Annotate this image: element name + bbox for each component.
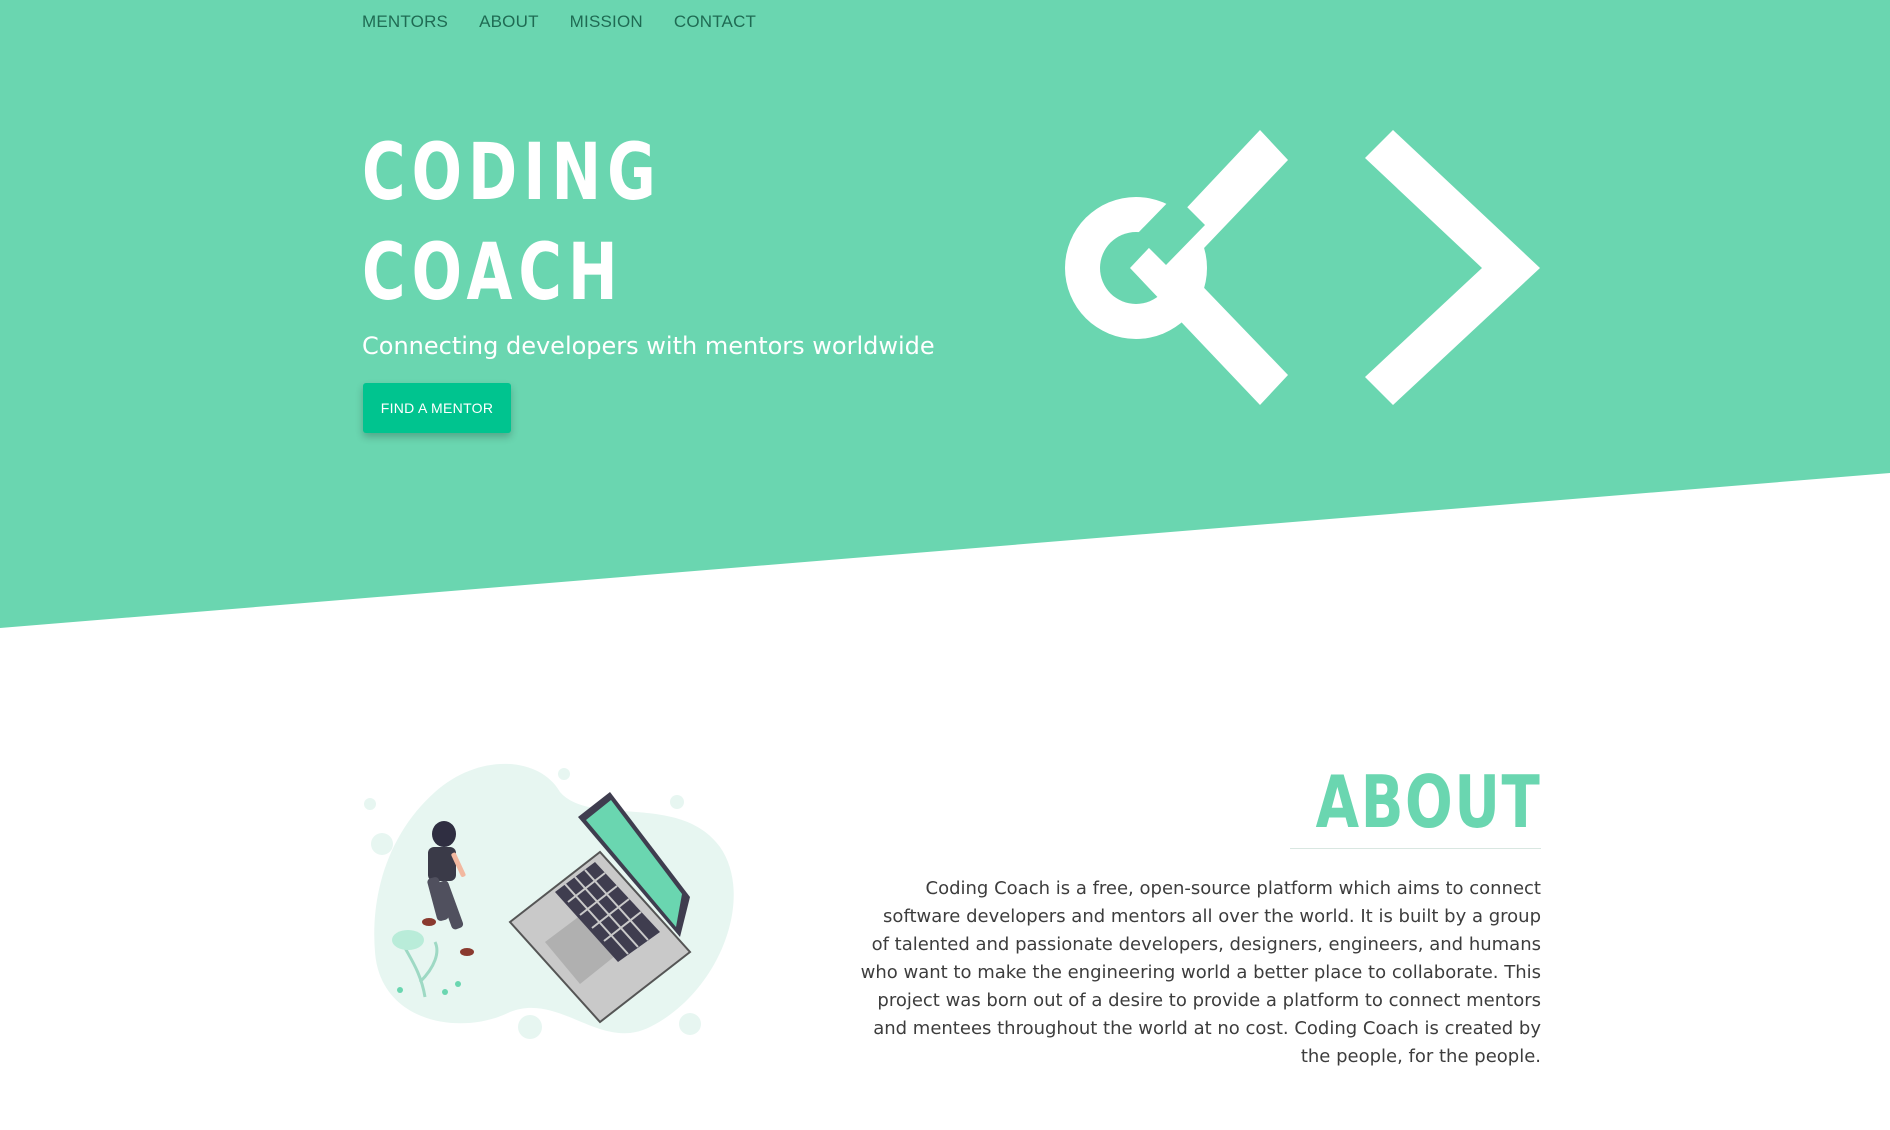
page: MENTORS ABOUT MISSION CONTACT CODING COA… <box>0 0 1890 1130</box>
hero-background <box>0 0 1890 628</box>
hero-title: CODING COACH <box>362 123 662 323</box>
about-paragraph: Coding Coach is a free, open-source plat… <box>860 878 1541 1067</box>
nav-mission-link[interactable]: MISSION <box>570 12 643 32</box>
find-a-mentor-button[interactable]: FIND A MENTOR <box>363 383 511 433</box>
hero-subtitle: Connecting developers with mentors world… <box>362 332 935 360</box>
about-divider <box>1290 848 1541 849</box>
top-nav: MENTORS ABOUT MISSION CONTACT <box>362 10 756 34</box>
hero-title-line-2: COACH <box>362 228 624 318</box>
about-title: ABOUT <box>1315 760 1541 844</box>
hero-title-line-1: CODING <box>362 128 662 218</box>
nav-about-link[interactable]: ABOUT <box>479 12 539 32</box>
nav-contact-link[interactable]: CONTACT <box>674 12 756 32</box>
nav-mentors-link[interactable]: MENTORS <box>362 12 448 32</box>
person-laptop-illustration <box>364 763 734 1039</box>
coding-coach-logo-icon <box>1065 130 1540 405</box>
